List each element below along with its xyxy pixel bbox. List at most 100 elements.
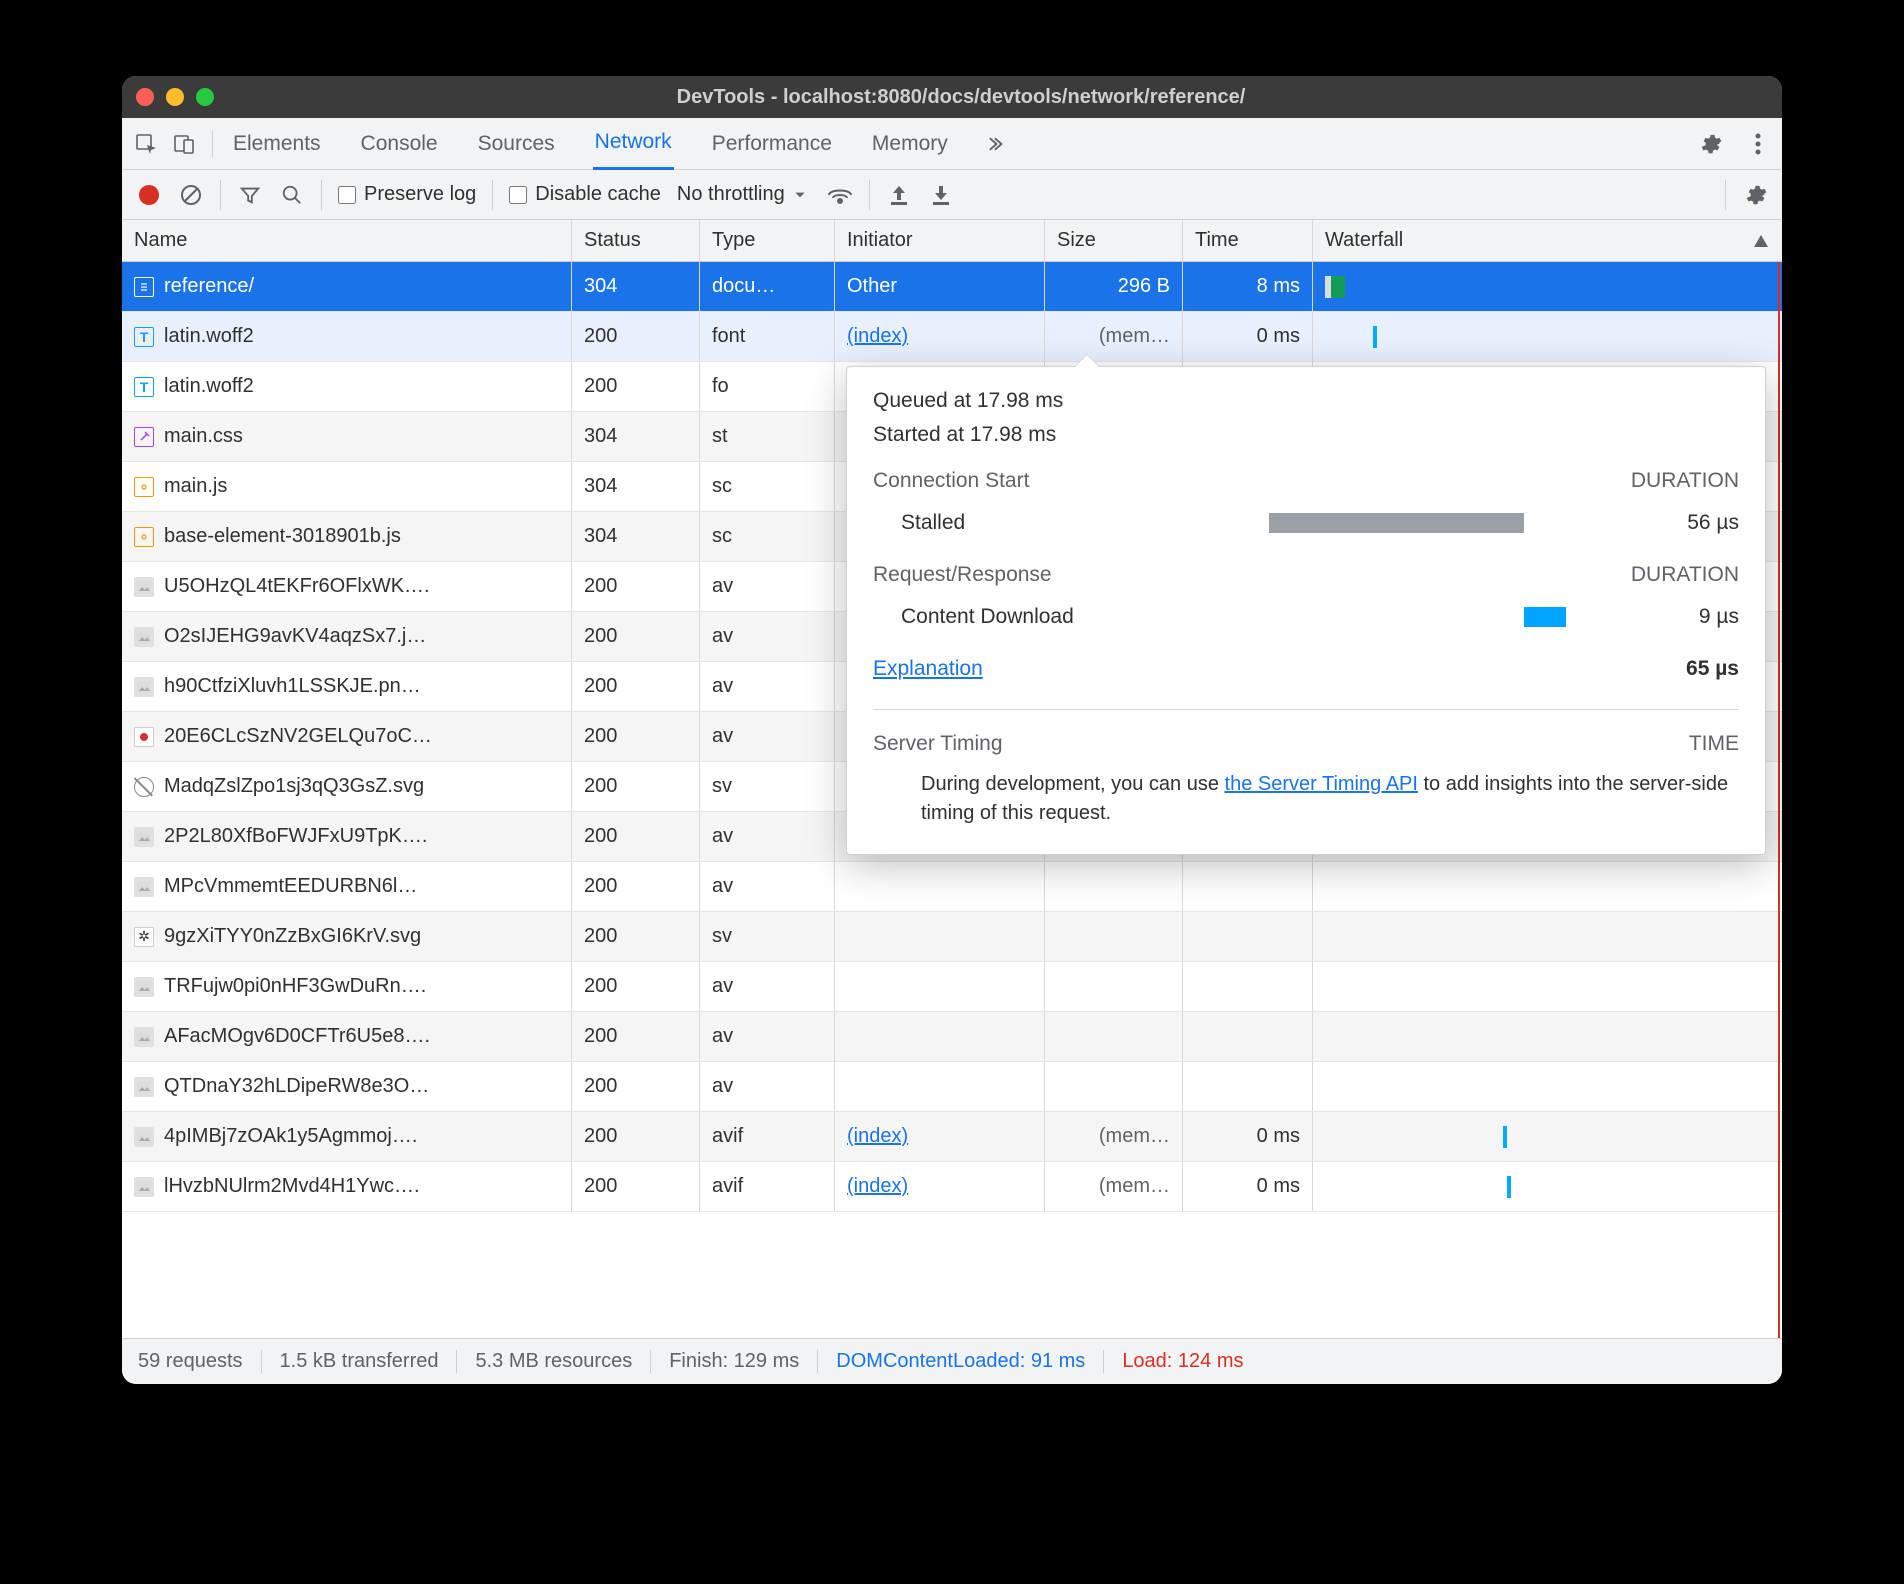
image-icon <box>134 1177 154 1197</box>
resource-type: fo <box>712 375 729 398</box>
upload-har-icon[interactable] <box>886 182 912 208</box>
sb-finish: Finish: 129 ms <box>651 1350 818 1373</box>
status-code: 200 <box>584 725 617 748</box>
server-timing-api-link[interactable]: the Server Timing API <box>1225 773 1418 795</box>
resource-type: avif <box>712 1125 743 1148</box>
column-type[interactable]: Type <box>700 220 835 261</box>
initiator-link[interactable]: (index) <box>847 325 908 348</box>
time-value: 0 ms <box>1257 1175 1300 1198</box>
stalled-value: 56 µs <box>1639 511 1739 535</box>
initiator-text: Other <box>847 275 897 298</box>
close-window-button[interactable] <box>136 88 154 106</box>
table-row[interactable]: lHvzbNUlrm2Mvd4H1Ywc….200avif(index)(mem… <box>122 1162 1782 1212</box>
font-icon: T <box>134 377 154 397</box>
sb-domcontentloaded: DOMContentLoaded: 91 ms <box>818 1350 1104 1373</box>
tab-network[interactable]: Network <box>593 118 674 170</box>
resource-type: sv <box>712 775 732 798</box>
column-name[interactable]: Name <box>122 220 572 261</box>
popup-conn-head: Connection Start DURATION <box>873 469 1739 493</box>
network-settings-gear-icon[interactable] <box>1742 182 1768 208</box>
status-code: 200 <box>584 825 617 848</box>
column-waterfall[interactable]: Waterfall <box>1313 220 1782 261</box>
status-code: 200 <box>584 675 617 698</box>
size-value: 296 B <box>1118 275 1170 298</box>
status-code: 200 <box>584 1125 617 1148</box>
time-value: 8 ms <box>1257 275 1300 298</box>
disable-cache-checkbox[interactable]: Disable cache <box>509 183 661 206</box>
preserve-log-checkbox[interactable]: Preserve log <box>338 183 476 206</box>
filter-icon[interactable] <box>237 182 263 208</box>
resource-type: av <box>712 625 733 648</box>
blocked-icon <box>134 777 154 797</box>
preserve-log-input[interactable] <box>338 186 356 204</box>
size-value: (mem… <box>1099 1175 1170 1198</box>
resource-type: av <box>712 1075 733 1098</box>
tab-sources[interactable]: Sources <box>476 118 557 170</box>
tab-performance[interactable]: Performance <box>710 118 834 170</box>
resource-type: av <box>712 1025 733 1048</box>
table-row[interactable]: Tlatin.woff2200font(index)(mem…0 ms <box>122 312 1782 362</box>
device-toolbar-icon[interactable] <box>170 130 198 158</box>
clear-icon[interactable] <box>178 182 204 208</box>
column-size[interactable]: Size <box>1045 220 1183 261</box>
column-status[interactable]: Status <box>572 220 700 261</box>
table-row[interactable]: TRFujw0pi0nHF3GwDuRn….200av <box>122 962 1782 1012</box>
status-code: 200 <box>584 975 617 998</box>
kebab-menu-icon[interactable] <box>1744 130 1772 158</box>
tab-elements[interactable]: Elements <box>231 118 323 170</box>
table-row[interactable]: MPcVmmemtEEDURBN6l…200av <box>122 862 1782 912</box>
initiator-link[interactable]: (index) <box>847 1125 908 1148</box>
resource-type: sc <box>712 475 732 498</box>
status-code: 304 <box>584 475 617 498</box>
table-row[interactable]: ✲9gzXiTYY0nZzBxGI6KrV.svg200sv <box>122 912 1782 962</box>
table-row[interactable]: AFacMOgv6D0CFTr6U5e8….200av <box>122 1012 1782 1062</box>
popup-stalled-row: Stalled 56 µs <box>873 505 1739 541</box>
tab-console[interactable]: Console <box>359 118 440 170</box>
image-icon <box>134 627 154 647</box>
sb-resources: 5.3 MB resources <box>457 1350 651 1373</box>
network-conditions-icon[interactable] <box>827 182 853 208</box>
column-time[interactable]: Time <box>1183 220 1313 261</box>
image-icon <box>134 1027 154 1047</box>
request-name: h90CtfziXluvh1LSSKJE.pn… <box>164 675 421 698</box>
script-icon <box>134 477 154 497</box>
column-initiator[interactable]: Initiator <box>835 220 1045 261</box>
request-name: U5OHzQL4tEKFr6OFlxWK…. <box>164 575 430 598</box>
devtools-window: DevTools - localhost:8080/docs/devtools/… <box>122 76 1782 1384</box>
stylesheet-icon <box>134 427 154 447</box>
throttling-select[interactable]: No throttling <box>677 183 807 206</box>
status-code: 200 <box>584 875 617 898</box>
table-row[interactable]: reference/304docu…Other296 B8 ms <box>122 262 1782 312</box>
size-value: (mem… <box>1099 1125 1170 1148</box>
request-name: 4pIMBj7zOAk1y5Agmmoj…. <box>164 1125 417 1148</box>
explanation-link[interactable]: Explanation <box>873 657 983 681</box>
settings-gear-icon[interactable] <box>1696 130 1724 158</box>
more-tabs-icon[interactable] <box>980 130 1008 158</box>
search-icon[interactable] <box>279 182 305 208</box>
resource-type: sc <box>712 525 732 548</box>
tab-memory[interactable]: Memory <box>870 118 950 170</box>
disable-cache-input[interactable] <box>509 186 527 204</box>
sb-transferred: 1.5 kB transferred <box>262 1350 458 1373</box>
panel-tabs-row: Elements Console Sources Network Performance… <box>122 118 1782 170</box>
request-name: 2P2L80XfBoFWJFxU9TpK…. <box>164 825 427 848</box>
request-name: MadqZslZpo1sj3qQ3GsZ.svg <box>164 775 424 798</box>
image-icon <box>134 827 154 847</box>
load-event-marker <box>1778 262 1780 1338</box>
resource-type: font <box>712 325 745 348</box>
status-code: 200 <box>584 325 617 348</box>
record-button[interactable] <box>136 182 162 208</box>
resource-type: avif <box>712 1175 743 1198</box>
table-row[interactable]: 4pIMBj7zOAk1y5Agmmoj…. 200 avif (index) (mem… <box>122 1112 1782 1162</box>
table-row[interactable]: QTDnaY32hLDipeRW8e3O…200av <box>122 1062 1782 1112</box>
request-name: latin.woff2 <box>164 325 254 348</box>
waterfall-bar <box>1507 1176 1511 1198</box>
download-har-icon[interactable] <box>928 182 954 208</box>
image-icon <box>134 727 154 747</box>
initiator-link[interactable]: (index) <box>847 1175 908 1198</box>
chevron-down-icon <box>793 188 807 202</box>
status-code: 304 <box>584 425 617 448</box>
request-name: reference/ <box>164 275 254 298</box>
font-icon: T <box>134 327 154 347</box>
inspect-element-icon[interactable] <box>132 130 160 158</box>
